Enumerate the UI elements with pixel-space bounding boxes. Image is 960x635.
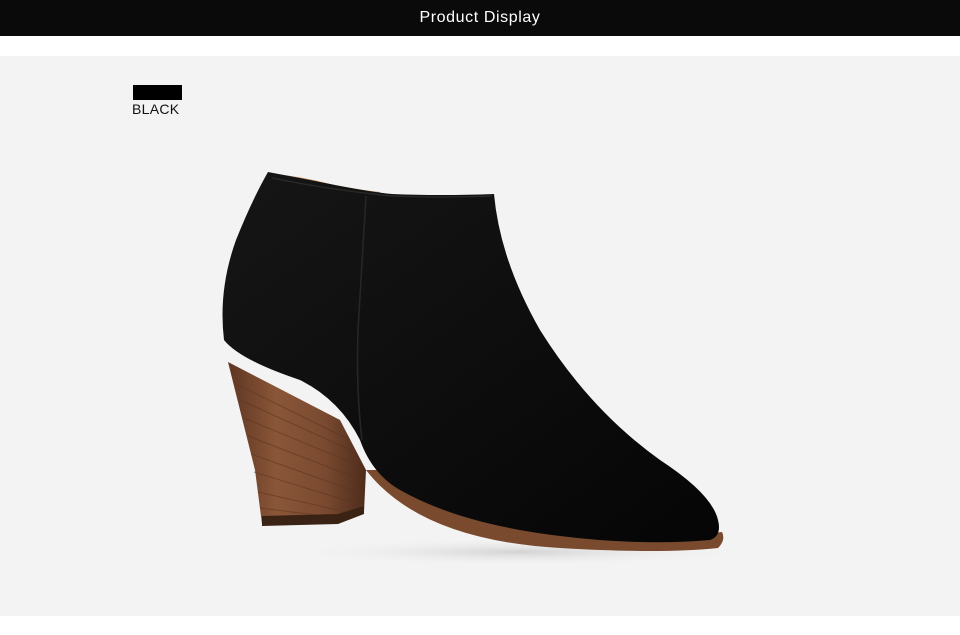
header-bar: Product Display — [0, 0, 960, 36]
product-display-page: Product Display BLACK — [0, 0, 960, 635]
page-title: Product Display — [419, 9, 541, 26]
product-image-area: BLACK — [0, 56, 960, 616]
ankle-boot-image — [222, 172, 750, 566]
